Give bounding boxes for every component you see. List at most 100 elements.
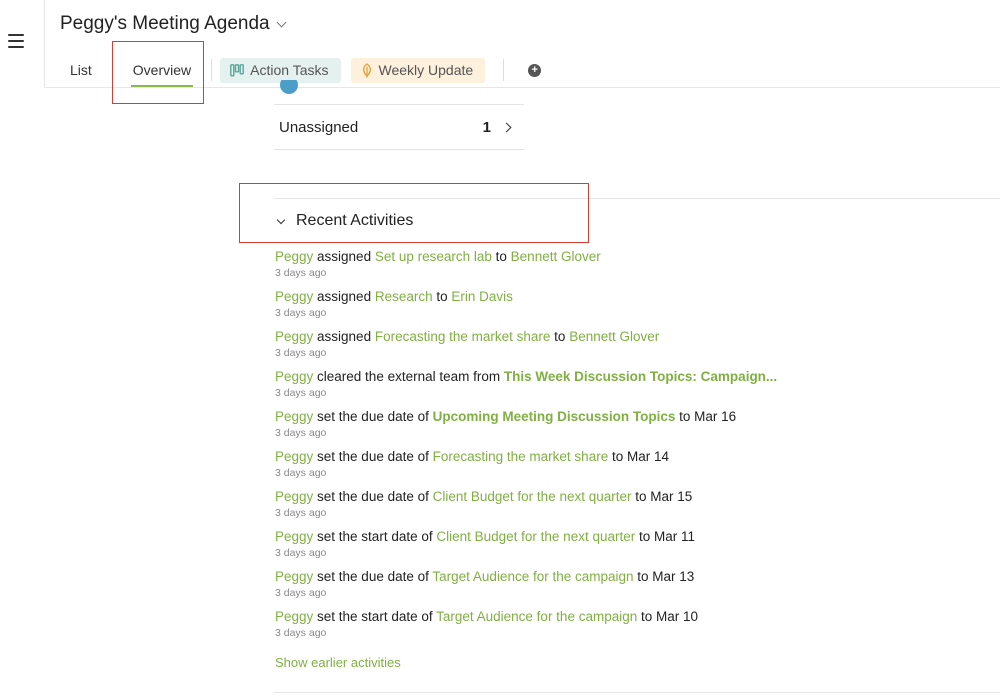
- activity-phrase: set the start date of: [313, 529, 437, 544]
- page-header: Peggy's Meeting Agenda List Overview Act…: [45, 0, 1000, 88]
- section-title: Recent Activities: [296, 212, 414, 229]
- tab-separator: [111, 59, 113, 81]
- activity-timestamp: 3 days ago: [275, 267, 327, 279]
- user-link[interactable]: Peggy: [275, 409, 313, 424]
- activity-phrase: set the start date of: [313, 609, 437, 624]
- activity-phrase: assigned: [313, 329, 375, 344]
- avatar: [280, 80, 298, 94]
- tab-label: Weekly Update: [378, 62, 474, 78]
- activity-link[interactable]: Target Audience for the campaign: [436, 609, 637, 624]
- activity-phrase: to Mar 16: [675, 409, 737, 424]
- user-link[interactable]: Peggy: [275, 449, 313, 464]
- user-link[interactable]: Peggy: [275, 569, 313, 584]
- tab-label: Action Tasks: [250, 62, 329, 78]
- activity-link[interactable]: Set up research lab: [375, 249, 492, 264]
- hamburger-icon[interactable]: [8, 34, 24, 48]
- activity-text: Peggy set the start date of Target Audie…: [275, 608, 975, 626]
- row-divider: [274, 149, 524, 150]
- activity-link[interactable]: Client Budget for the next quarter: [433, 489, 632, 504]
- activity-timestamp: 3 days ago: [275, 387, 327, 399]
- activity-item: Peggy set the due date of Client Budget …: [275, 488, 975, 528]
- activity-phrase: to: [550, 329, 570, 344]
- activity-phrase: to Mar 10: [637, 609, 699, 624]
- tab-action-tasks[interactable]: Action Tasks: [220, 57, 341, 83]
- activity-link[interactable]: This Week Discussion Topics: Campaign...: [504, 369, 777, 384]
- show-earlier-link[interactable]: Show earlier activities: [275, 655, 401, 670]
- activity-timestamp: 3 days ago: [275, 587, 327, 599]
- user-link[interactable]: Peggy: [275, 289, 313, 304]
- activity-list: Peggy assigned Set up research lab to Be…: [275, 248, 975, 648]
- activity-text: Peggy set the due date of Upcoming Meeti…: [275, 408, 975, 426]
- activity-text: Peggy assigned Set up research lab to Be…: [275, 248, 975, 266]
- activity-timestamp: 3 days ago: [275, 547, 327, 559]
- activity-item: Peggy cleared the external team from Thi…: [275, 368, 975, 408]
- activity-phrase: set the due date of: [313, 409, 433, 424]
- activity-phrase: to: [432, 289, 452, 304]
- activity-phrase: assigned: [313, 289, 375, 304]
- unassigned-count: 1: [482, 118, 491, 136]
- activity-phrase: to Mar 14: [608, 449, 669, 464]
- activity-item: Peggy set the start date of Target Audie…: [275, 608, 975, 648]
- page-title: Peggy's Meeting Agenda: [60, 13, 270, 34]
- title-dropdown[interactable]: Peggy's Meeting Agenda: [60, 13, 287, 35]
- tab-overview[interactable]: Overview: [121, 52, 203, 88]
- user-link[interactable]: Peggy: [275, 489, 313, 504]
- user-link[interactable]: Peggy: [275, 329, 313, 344]
- tab-separator: [211, 59, 213, 81]
- activity-timestamp: 3 days ago: [275, 627, 327, 639]
- plus-circle-icon[interactable]: +: [528, 63, 542, 77]
- activity-item: Peggy set the start date of Client Budge…: [275, 528, 975, 568]
- activity-item: Peggy assigned Set up research lab to Be…: [275, 248, 975, 288]
- activity-item: Peggy set the due date of Upcoming Meeti…: [275, 408, 975, 448]
- activity-text: Peggy set the due date of Target Audienc…: [275, 568, 975, 586]
- user-link[interactable]: Peggy: [275, 529, 313, 544]
- activity-text: Peggy set the due date of Client Budget …: [275, 488, 975, 506]
- activity-timestamp: 3 days ago: [275, 427, 327, 439]
- tab-list[interactable]: List: [58, 52, 104, 88]
- section-divider: [274, 692, 1000, 693]
- activity-timestamp: 3 days ago: [275, 507, 327, 519]
- activity-text: Peggy cleared the external team from Thi…: [275, 368, 975, 386]
- chevron-down-icon: [276, 215, 286, 224]
- activity-phrase: to Mar 15: [631, 489, 693, 504]
- activity-item: Peggy set the due date of Forecasting th…: [275, 448, 975, 488]
- activity-phrase: to: [491, 249, 511, 264]
- activity-text: Peggy assigned Forecasting the market sh…: [275, 328, 975, 346]
- activity-link[interactable]: Bennett Glover: [569, 329, 659, 344]
- activity-item: Peggy assigned Forecasting the market sh…: [275, 328, 975, 368]
- activity-phrase: cleared the external team from: [313, 369, 504, 384]
- activity-phrase: to Mar 13: [633, 569, 695, 584]
- recent-activities-toggle[interactable]: Recent Activities: [276, 212, 414, 230]
- activity-timestamp: 3 days ago: [275, 307, 327, 319]
- activity-text: Peggy set the start date of Client Budge…: [275, 528, 975, 546]
- activity-link[interactable]: Erin Davis: [451, 289, 513, 304]
- activity-text: Peggy set the due date of Forecasting th…: [275, 448, 975, 466]
- activity-link[interactable]: Research: [375, 289, 433, 304]
- activity-timestamp: 3 days ago: [275, 467, 327, 479]
- activity-link[interactable]: Forecasting the market share: [375, 329, 551, 344]
- activity-item: Peggy assigned Research to Erin Davis 3 d…: [275, 288, 975, 328]
- activity-link[interactable]: Bennett Glover: [511, 249, 601, 264]
- tab-weekly-update[interactable]: Weekly Update: [350, 57, 486, 83]
- chevron-right-icon: [501, 122, 512, 132]
- activity-phrase: set the due date of: [313, 449, 433, 464]
- activity-phrase: to Mar 11: [635, 529, 696, 544]
- activity-item: Peggy set the due date of Target Audienc…: [275, 568, 975, 608]
- unassigned-label: Unassigned: [279, 118, 359, 136]
- leaf-icon: [361, 62, 373, 78]
- user-link[interactable]: Peggy: [275, 369, 313, 384]
- unassigned-row[interactable]: Unassigned 1: [274, 105, 524, 149]
- chevron-down-icon: [276, 17, 287, 27]
- user-link[interactable]: Peggy: [275, 249, 313, 264]
- activity-phrase: set the due date of: [313, 489, 433, 504]
- activity-link[interactable]: Target Audience for the campaign: [432, 569, 633, 584]
- activity-phrase: assigned: [313, 249, 375, 264]
- user-link[interactable]: Peggy: [275, 609, 313, 624]
- activity-link[interactable]: Client Budget for the next quarter: [436, 529, 635, 544]
- activity-text: Peggy assigned Research to Erin Davis: [275, 288, 975, 306]
- board-icon: [230, 63, 245, 77]
- tab-separator: [503, 59, 505, 81]
- activity-link[interactable]: Forecasting the market share: [433, 449, 609, 464]
- activity-phrase: set the due date of: [313, 569, 433, 584]
- activity-link[interactable]: Upcoming Meeting Discussion Topics: [433, 409, 676, 424]
